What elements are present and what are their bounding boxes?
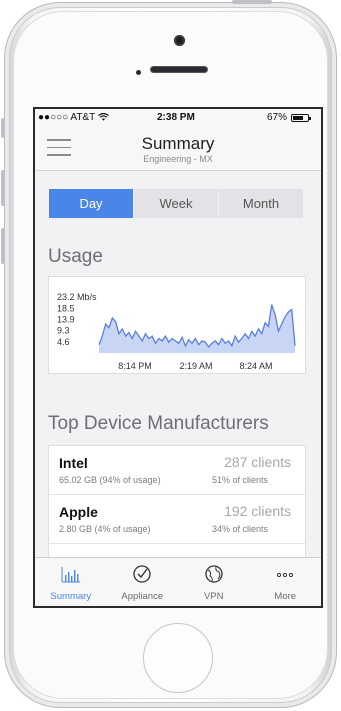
usage-chart: 23.2 Mb/s18.513.9 9.34.6 8:14 PM 2:19 AM 8:2…	[57, 292, 296, 371]
battery-icon	[291, 114, 311, 122]
battery-percent: 67%	[267, 112, 288, 123]
manufacturer-client-share: 34% of clients	[212, 524, 269, 534]
bar-chart-icon	[61, 567, 80, 583]
globe-icon	[205, 565, 223, 583]
power-button	[232, 0, 272, 4]
x-tick-label: 8:24 AM	[239, 361, 272, 371]
mute-switch	[1, 118, 5, 138]
navigation-bar: Summary Engineering - MX	[35, 127, 321, 171]
y-tick-label: 9.3	[57, 326, 70, 336]
manufacturer-name: Apple	[59, 504, 98, 520]
wifi-icon	[97, 112, 109, 121]
y-tick-label: 23.2 Mb/s	[57, 292, 97, 302]
volume-down-button	[1, 228, 5, 264]
usage-area	[99, 304, 295, 353]
app-screen: ●●○○○ AT&T 2:38 PM 67% Summary Engineeri…	[33, 107, 323, 608]
check-circle-icon	[133, 565, 151, 583]
status-bar: ●●○○○ AT&T 2:38 PM 67%	[35, 109, 321, 127]
tab-appliance[interactable]: Appliance	[107, 558, 179, 606]
tab-more-label: More	[274, 591, 297, 602]
manufacturer-usage: 65.02 GB (94% of usage)	[59, 475, 161, 485]
manufacturer-client-share: 51% of clients	[212, 475, 269, 485]
page-title: Summary	[141, 134, 215, 153]
tab-bar: Summary Appliance VPN More	[35, 557, 321, 606]
tab-more[interactable]: More	[250, 558, 322, 606]
manufacturer-clients: 287 clients	[224, 454, 291, 470]
usage-chart-card: 23.2 Mb/s 18.5 13.9 9.3 4.6 8:14 PM 2:19 AM 8:2…	[48, 276, 306, 374]
tab-summary-label: Summary	[50, 591, 92, 602]
manufacturer-clients: 192 clients	[224, 503, 291, 519]
tab-summary[interactable]: Summary	[35, 558, 107, 606]
manufacturer-usage: 2.80 GB (4% of usage)	[59, 524, 151, 534]
segment-day[interactable]: Day	[49, 189, 133, 218]
y-tick-label: 13.9	[57, 314, 75, 324]
time-range-segmented-control: Day Week Month	[49, 189, 303, 218]
x-tick-label: 8:14 PM	[118, 361, 152, 371]
carrier-text: ●●○○○ AT&T	[38, 112, 96, 123]
tab-vpn[interactable]: VPN	[178, 558, 250, 606]
list-item[interactable]: Intel 65.02 GB (94% of usage) 287 client…	[49, 446, 305, 495]
manufacturers-list: Intel 65.02 GB (94% of usage) 287 client…	[48, 445, 306, 565]
clock-time: 2:38 PM	[157, 112, 195, 123]
more-dots-icon	[277, 572, 294, 578]
proximity-sensor	[136, 70, 141, 75]
x-tick-label: 2:19 AM	[179, 361, 212, 371]
manufacturer-name: Intel	[59, 455, 88, 471]
network-subtitle: Engineering - MX	[143, 154, 213, 164]
tab-vpn-label: VPN	[203, 591, 224, 602]
volume-up-button	[1, 170, 5, 206]
home-button[interactable]	[143, 623, 213, 693]
y-tick-label: 18.5	[57, 303, 75, 313]
list-item[interactable]: Apple 2.80 GB (4% of usage) 192 clients …	[49, 495, 305, 544]
tab-appliance-label: Appliance	[121, 591, 164, 602]
carrier-label: ●●○○○ AT&T	[38, 112, 109, 123]
manufacturers-section-title: Top Device Manufacturers	[48, 413, 269, 434]
earpiece-speaker	[150, 66, 208, 73]
front-camera	[174, 35, 185, 46]
y-tick-label: 4.6	[57, 337, 70, 347]
segment-week[interactable]: Week	[133, 189, 218, 218]
usage-section-title: Usage	[48, 246, 103, 267]
segment-month[interactable]: Month	[218, 189, 303, 218]
